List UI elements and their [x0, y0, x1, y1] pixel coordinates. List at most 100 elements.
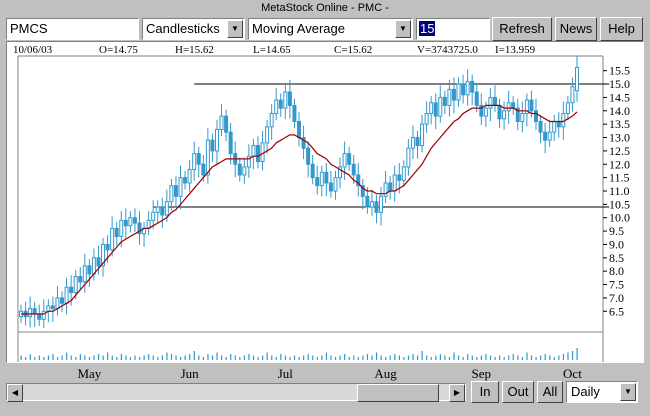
volume-bar [284, 355, 287, 360]
candle [556, 112, 561, 138]
candle [401, 160, 406, 187]
volume-bar [535, 357, 537, 360]
price-tick-label: 7.5 [609, 278, 624, 292]
symbol-input[interactable]: PMCS [6, 18, 139, 40]
price-tick-label: 9.5 [609, 224, 624, 238]
candle [87, 259, 92, 287]
volume-bar [353, 355, 355, 360]
volume-bar [344, 354, 346, 360]
volume-bar [248, 354, 250, 360]
volume-bar [43, 357, 45, 360]
zoom-in-button[interactable]: In [471, 381, 499, 403]
candle [187, 160, 192, 192]
arrow-right-icon[interactable]: ▶ [449, 384, 465, 402]
candle [123, 208, 128, 239]
chevron-down-icon[interactable]: ▼ [620, 383, 636, 401]
volume-bar [521, 357, 524, 360]
volume-bar [180, 357, 182, 360]
candle [55, 285, 60, 316]
volume-bar [129, 357, 132, 360]
volume-bar [334, 357, 337, 360]
info-volume: V=3743725.0 [417, 44, 478, 56]
candle [319, 165, 324, 197]
volume-bar [453, 352, 455, 360]
volume-bar [549, 355, 551, 360]
candle [228, 122, 233, 165]
candle [451, 77, 456, 114]
volume-bar [271, 355, 273, 360]
candle [114, 221, 119, 246]
volume-bar [348, 357, 350, 360]
candle [60, 291, 65, 313]
candle [306, 141, 311, 178]
volume-bar [148, 354, 150, 360]
chart-type-value: Candlesticks [146, 21, 220, 36]
candle [424, 101, 429, 133]
volume-bar [75, 357, 77, 360]
price-tick-label: 13.5 [609, 117, 630, 131]
indicator-value: Moving Average [252, 21, 345, 36]
volume-bar [257, 357, 259, 360]
candle [224, 109, 229, 141]
info-indicator: I=13.959 [495, 44, 536, 56]
candle [246, 144, 251, 178]
show-all-button[interactable]: All [537, 381, 563, 403]
scrollbar-thumb[interactable] [357, 384, 439, 402]
volume-bar [380, 355, 382, 360]
volume-bar [97, 354, 100, 360]
chart-type-select[interactable]: Candlesticks ▼ [142, 18, 245, 40]
volume-bar [116, 357, 118, 360]
candle [369, 189, 374, 216]
candle [547, 120, 552, 147]
candle [297, 112, 301, 147]
volume-bar [444, 355, 446, 360]
volume-bar [266, 352, 268, 360]
price-chart[interactable]: 10/06/03 O=14.75 H=15.62 L=14.65 C=15.62… [6, 41, 644, 363]
volume-bar [280, 354, 282, 360]
candle [169, 178, 174, 211]
price-tick-label: 12.5 [609, 144, 630, 158]
volume-bar [567, 352, 569, 360]
volume-bar [330, 355, 332, 360]
date-label: Jul [278, 366, 294, 381]
chevron-down-icon[interactable]: ▼ [227, 20, 243, 38]
indicator-select[interactable]: Moving Average ▼ [248, 18, 413, 40]
candle [374, 195, 379, 224]
period-input[interactable]: 15 [416, 18, 490, 40]
period-select[interactable]: Daily ▼ [566, 381, 638, 403]
candle [292, 98, 297, 129]
arrow-left-icon[interactable]: ◀ [7, 384, 23, 402]
volume-bar [540, 355, 542, 360]
zoom-out-button[interactable]: Out [502, 381, 534, 403]
candle [338, 157, 343, 189]
candle [274, 88, 279, 121]
volume-bar [252, 355, 255, 360]
volume-bar [439, 354, 441, 360]
volume-bar [29, 354, 31, 360]
volume-bar [25, 357, 27, 360]
volume-bar [362, 355, 364, 360]
volume-bar [66, 352, 68, 360]
horizontal-scrollbar[interactable]: ◀ ▶ [6, 383, 466, 402]
volume-bar [375, 352, 378, 360]
candle [488, 88, 493, 122]
volume-bar [544, 354, 546, 360]
candle [183, 170, 188, 190]
volume-bar [289, 357, 291, 360]
news-button[interactable]: News [555, 17, 597, 41]
price-tick-label: 8.5 [609, 251, 624, 265]
volume-bar [517, 355, 519, 360]
volume-bar [143, 355, 145, 360]
refresh-button[interactable]: Refresh [492, 17, 552, 41]
candle [515, 98, 520, 131]
candle [192, 141, 197, 181]
candle [524, 93, 529, 127]
volume-bar [480, 355, 482, 360]
help-button[interactable]: Help [600, 17, 643, 41]
date-label: May [77, 366, 101, 381]
price-tick-label: 10.0 [609, 211, 630, 225]
candle [196, 146, 201, 178]
volume-bar [321, 355, 323, 360]
volume-bar [38, 355, 40, 360]
chevron-down-icon[interactable]: ▼ [395, 20, 411, 38]
